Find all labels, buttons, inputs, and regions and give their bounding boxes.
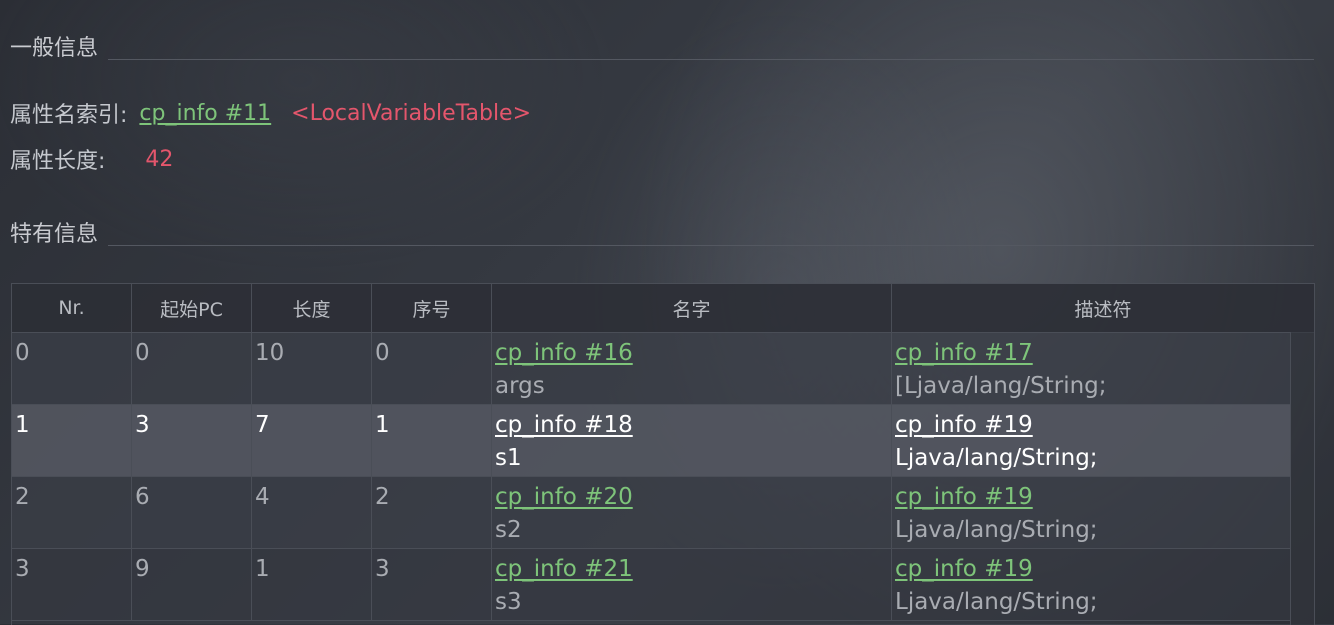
attribute-name-index-row: 属性名索引: cp_info #11 <LocalVariableTable> bbox=[10, 97, 531, 129]
descriptor-link[interactable]: cp_info #19 bbox=[895, 481, 1033, 514]
table-scroll-gutter[interactable] bbox=[1290, 332, 1314, 625]
table-row[interactable]: 3 9 1 3 cp_info #21 s3 cp_info #19 Ljava… bbox=[12, 549, 1290, 621]
attribute-length-label: 属性长度: bbox=[10, 149, 106, 174]
divider bbox=[108, 245, 1314, 246]
name-value: args bbox=[495, 373, 545, 399]
cell-start-pc: 3 bbox=[132, 405, 252, 476]
cell-length: 4 bbox=[252, 477, 372, 548]
cell-descriptor: cp_info #17 [Ljava/lang/String; bbox=[892, 333, 1290, 404]
divider bbox=[108, 59, 1314, 60]
descriptor-link[interactable]: cp_info #19 bbox=[895, 409, 1033, 442]
specific-info-section-header: 特有信息 bbox=[10, 216, 1314, 248]
cell-name: cp_info #16 args bbox=[492, 333, 892, 404]
column-header-start-pc[interactable]: 起始PC bbox=[132, 284, 252, 332]
cell-index: 3 bbox=[372, 549, 492, 620]
descriptor-value: Ljava/lang/String; bbox=[895, 445, 1098, 471]
column-header-nr[interactable]: Nr. bbox=[12, 284, 132, 332]
cell-descriptor: cp_info #19 Ljava/lang/String; bbox=[892, 549, 1290, 620]
cell-nr: 3 bbox=[12, 549, 132, 620]
table-row[interactable]: 2 6 4 2 cp_info #20 s2 cp_info #19 Ljava… bbox=[12, 477, 1290, 549]
name-link[interactable]: cp_info #20 bbox=[495, 481, 633, 514]
cell-index: 0 bbox=[372, 333, 492, 404]
specific-info-title: 特有信息 bbox=[10, 222, 99, 247]
general-info-title: 一般信息 bbox=[10, 36, 99, 61]
column-header-length[interactable]: 长度 bbox=[252, 284, 372, 332]
cell-name: cp_info #21 s3 bbox=[492, 549, 892, 620]
attribute-length-value: 42 bbox=[145, 146, 174, 172]
descriptor-value: Ljava/lang/String; bbox=[895, 589, 1098, 615]
cell-length: 7 bbox=[252, 405, 372, 476]
name-link[interactable]: cp_info #16 bbox=[495, 337, 633, 370]
cell-nr: 2 bbox=[12, 477, 132, 548]
table-body: 0 0 10 0 cp_info #16 args cp_info #17 [L… bbox=[12, 333, 1314, 621]
attribute-name-value: <LocalVariableTable> bbox=[291, 100, 532, 126]
cell-start-pc: 6 bbox=[132, 477, 252, 548]
local-variable-table: Nr. 起始PC 长度 序号 名字 描述符 0 0 10 0 cp_info #… bbox=[11, 283, 1315, 625]
cell-name: cp_info #20 s2 bbox=[492, 477, 892, 548]
cell-descriptor: cp_info #19 Ljava/lang/String; bbox=[892, 405, 1290, 476]
cell-length: 10 bbox=[252, 333, 372, 404]
name-value: s2 bbox=[495, 517, 522, 543]
descriptor-value: Ljava/lang/String; bbox=[895, 517, 1098, 543]
cell-name: cp_info #18 s1 bbox=[492, 405, 892, 476]
general-info-section-header: 一般信息 bbox=[10, 30, 1314, 62]
cell-length: 1 bbox=[252, 549, 372, 620]
attribute-name-index-link[interactable]: cp_info #11 bbox=[139, 101, 271, 126]
table-row[interactable]: 1 3 7 1 cp_info #18 s1 cp_info #19 Ljava… bbox=[12, 405, 1290, 477]
cell-index: 1 bbox=[372, 405, 492, 476]
cell-nr: 0 bbox=[12, 333, 132, 404]
name-value: s3 bbox=[495, 589, 522, 615]
descriptor-value: [Ljava/lang/String; bbox=[895, 373, 1107, 399]
attribute-name-index-label: 属性名索引: bbox=[10, 103, 128, 128]
column-header-index[interactable]: 序号 bbox=[372, 284, 492, 332]
name-link[interactable]: cp_info #18 bbox=[495, 409, 633, 442]
cell-start-pc: 9 bbox=[132, 549, 252, 620]
cell-descriptor: cp_info #19 Ljava/lang/String; bbox=[892, 477, 1290, 548]
column-header-name[interactable]: 名字 bbox=[492, 284, 892, 332]
column-header-descriptor[interactable]: 描述符 bbox=[892, 284, 1314, 332]
descriptor-link[interactable]: cp_info #17 bbox=[895, 337, 1033, 370]
cell-start-pc: 0 bbox=[132, 333, 252, 404]
attribute-length-row: 属性长度: 42 bbox=[10, 143, 173, 175]
name-link[interactable]: cp_info #21 bbox=[495, 553, 633, 586]
table-row[interactable]: 0 0 10 0 cp_info #16 args cp_info #17 [L… bbox=[12, 333, 1290, 405]
cell-index: 2 bbox=[372, 477, 492, 548]
cell-nr: 1 bbox=[12, 405, 132, 476]
table-header: Nr. 起始PC 长度 序号 名字 描述符 bbox=[12, 284, 1314, 333]
name-value: s1 bbox=[495, 445, 522, 471]
descriptor-link[interactable]: cp_info #19 bbox=[895, 553, 1033, 586]
